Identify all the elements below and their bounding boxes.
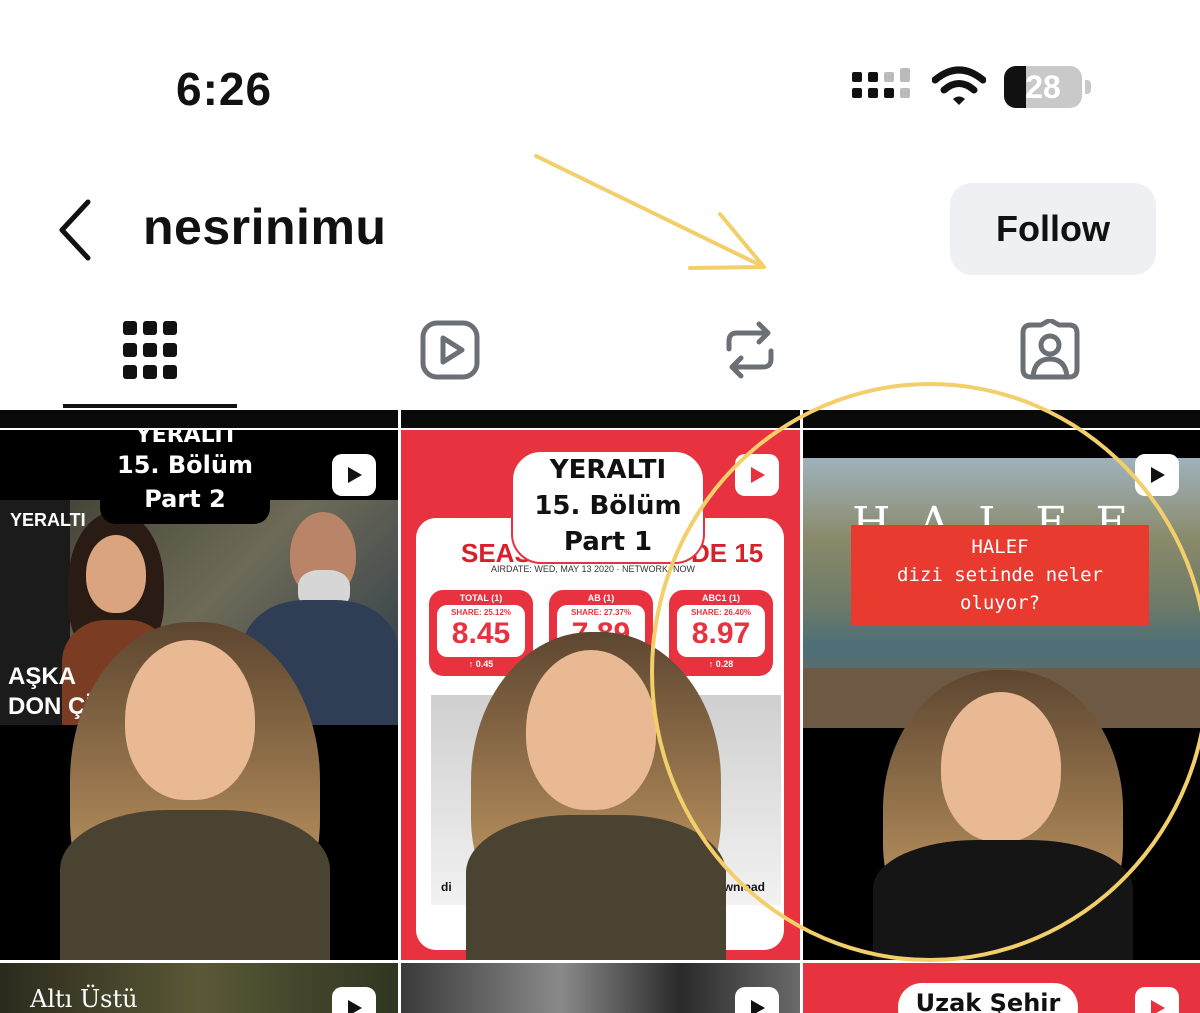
status-time: 6:26 (176, 63, 273, 115)
show-label: YERALTI (10, 510, 86, 530)
stat-abc1: ABC1 (1) SHARE: 26.40% 8.97 ↑ 0.28 (669, 590, 773, 676)
repost-icon (726, 321, 774, 379)
cellular-signal-icon (852, 68, 910, 98)
tagged-user-icon (1020, 319, 1080, 380)
bubble-part: Part 1 (563, 527, 653, 557)
caption-line2: dizi setinde neler (897, 564, 1103, 586)
previous-row-strip (0, 410, 398, 428)
bubble-episode: 15. Bölüm (534, 491, 682, 521)
grid-post-halef[interactable]: HALEF HALEF dizi setinde neler oluyor? (803, 430, 1200, 960)
reel-indicator-icon (735, 454, 779, 496)
reels-play-icon (420, 320, 480, 380)
follow-button[interactable]: Follow (950, 183, 1156, 275)
grid-post-red-carpet[interactable] (401, 963, 800, 1013)
caption-title: HALEF (971, 536, 1029, 558)
post-title-text: Uzak Şehir (898, 983, 1078, 1013)
active-tab-indicator (63, 404, 237, 408)
grid-post-uzak-sehir[interactable]: Uzak Şehir (803, 963, 1200, 1013)
back-chevron-icon[interactable] (52, 198, 100, 262)
grid-post-yeralti-part1[interactable]: SEAS DE 15 AIRDATE: WED, MAY 13 2020 · N… (401, 430, 800, 960)
reel-indicator-icon (735, 987, 779, 1013)
previous-row-strip (401, 410, 800, 428)
profile-username: nesrinimu (143, 199, 387, 255)
grid-icon (123, 321, 177, 379)
grid-post-altiustu[interactable]: Altı Üstü (0, 963, 398, 1013)
reel-indicator-icon (1135, 987, 1179, 1013)
wifi-icon (932, 66, 986, 105)
overlay-title: YERALTI (135, 430, 235, 448)
previous-row-strip (803, 410, 1200, 428)
annotation-arrow (534, 154, 766, 270)
bubble-title: YERALTI (549, 455, 667, 485)
tab-posts-grid[interactable] (112, 312, 188, 388)
battery-icon: 28 (1004, 66, 1092, 110)
overlay-episode: 15. Bölüm (117, 451, 253, 479)
overlay-part: Part 2 (144, 485, 226, 513)
tab-reels[interactable] (412, 312, 488, 388)
post-title-text: Altı Üstü (30, 985, 138, 1013)
tab-tagged[interactable] (1012, 312, 1088, 388)
reel-indicator-icon (332, 987, 376, 1013)
footer-left-text: di (441, 880, 452, 894)
reel-indicator-icon (332, 454, 376, 496)
tab-reposts[interactable] (712, 312, 788, 388)
reel-indicator-icon (1135, 454, 1179, 496)
battery-percentage: 28 (1025, 69, 1061, 105)
caption-line3: oluyor? (959, 592, 1041, 614)
airdate-text: AIRDATE: WED, MAY 13 2020 · NETWORK: NOW (491, 564, 696, 574)
grid-post-yeralti-part2[interactable]: YERALTI YERALTI 15. Bölüm Part 2 AŞKA DO… (0, 430, 398, 960)
